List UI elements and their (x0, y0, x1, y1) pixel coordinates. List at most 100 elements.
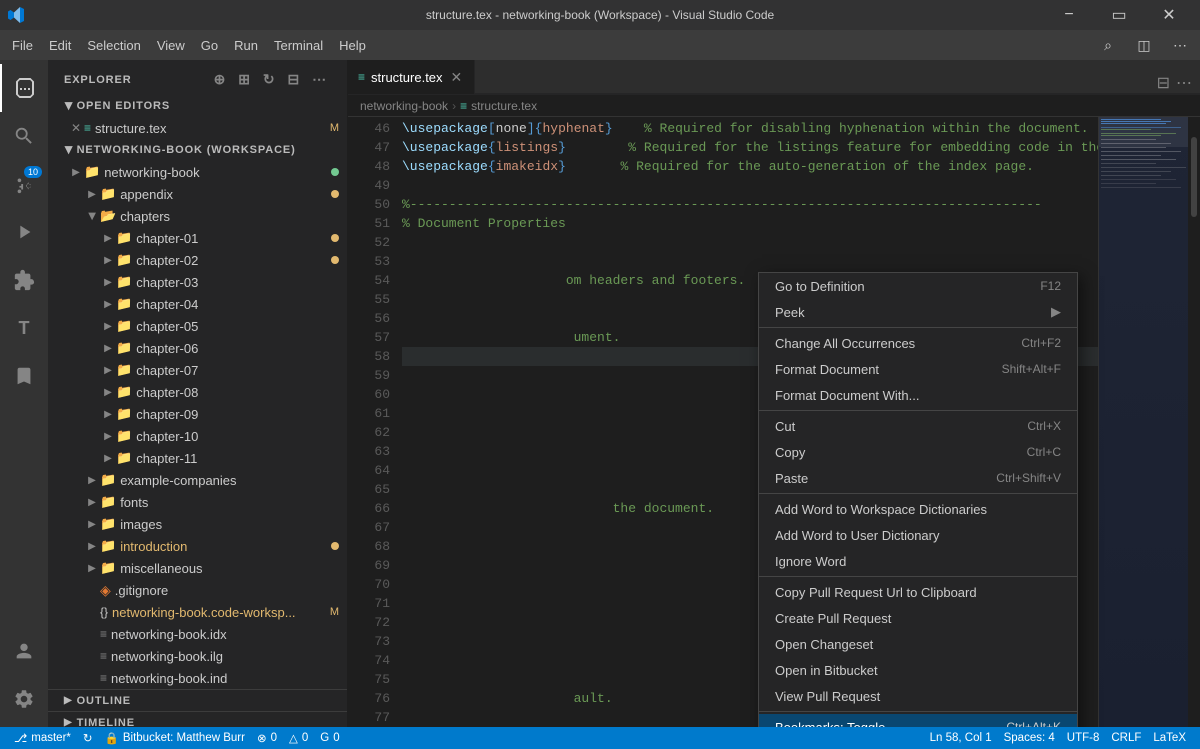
status-eol[interactable]: CRLF (1105, 727, 1147, 749)
more-actions-icon[interactable]: ⋯ (308, 69, 331, 90)
new-file-icon[interactable]: ⊕ (210, 69, 231, 90)
menu-view[interactable]: View (149, 34, 193, 57)
activity-source-control[interactable]: 10 (0, 160, 48, 208)
tree-fonts[interactable]: ▶ 📁 fonts (48, 491, 347, 513)
tree-chapter-02[interactable]: ▶ 📁 chapter-02 (48, 249, 347, 271)
ctx-format-doc-label: Format Document (775, 362, 1002, 377)
tree-chapter-07[interactable]: ▶ 📁 chapter-07 (48, 359, 347, 381)
menu-run[interactable]: Run (226, 34, 266, 57)
tree-code-workspace[interactable]: {} networking-book.code-worksp... M (48, 601, 347, 623)
ctx-open-bitbucket[interactable]: Open in Bitbucket (759, 657, 1077, 683)
open-editors-header[interactable]: ▶ OPEN EDITORS (48, 95, 347, 117)
breadcrumb-root[interactable]: networking-book (360, 99, 448, 113)
ctx-view-pr[interactable]: View Pull Request (759, 683, 1077, 709)
tree-idx[interactable]: ≡ networking-book.idx (48, 623, 347, 645)
ctx-copy[interactable]: Copy Ctrl+C (759, 439, 1077, 465)
ctx-change-all-occurrences[interactable]: Change All Occurrences Ctrl+F2 (759, 330, 1077, 356)
toolbar-layout-button[interactable]: ◫ (1128, 34, 1160, 56)
outline-header[interactable]: ▶ OUTLINE (48, 689, 347, 711)
tree-chapter-09[interactable]: ▶ 📁 chapter-09 (48, 403, 347, 425)
timeline-header[interactable]: ▶ TIMELINE (48, 711, 347, 727)
ctx-create-pr[interactable]: Create Pull Request (759, 605, 1077, 631)
tree-miscellaneous[interactable]: ▶ 📁 miscellaneous (48, 557, 347, 579)
status-encoding[interactable]: UTF-8 (1061, 727, 1106, 749)
ctx-bookmarks-toggle[interactable]: Bookmarks: Toggle Ctrl+Alt+K (759, 714, 1077, 727)
ctx-format-document-with[interactable]: Format Document With... (759, 382, 1077, 408)
ctx-cut[interactable]: Cut Ctrl+X (759, 413, 1077, 439)
split-editor-icon[interactable]: ⊟ (1157, 73, 1170, 93)
activity-tex[interactable]: T (0, 304, 48, 352)
status-position[interactable]: Ln 58, Col 1 (924, 727, 998, 749)
maximize-button[interactable]: ▭ (1096, 0, 1142, 30)
tree-chapter-04[interactable]: ▶ 📁 chapter-04 (48, 293, 347, 315)
activity-bookmarks[interactable] (0, 352, 48, 400)
tree-label-chapter-08: chapter-08 (136, 385, 339, 400)
tree-ind[interactable]: ≡ networking-book.ind (48, 667, 347, 689)
new-folder-icon[interactable]: ⊞ (234, 69, 255, 90)
tree-appendix[interactable]: ▶ 📁 appendix (48, 183, 347, 205)
menu-help[interactable]: Help (331, 34, 374, 57)
tree-chapter-06[interactable]: ▶ 📁 chapter-06 (48, 337, 347, 359)
close-icon[interactable]: ✕ (68, 121, 84, 135)
refresh-icon[interactable]: ↻ (259, 69, 280, 90)
minimize-button[interactable]: − (1046, 0, 1092, 30)
status-spaces[interactable]: Spaces: 4 (998, 727, 1061, 749)
tree-chapter-01[interactable]: ▶ 📁 chapter-01 (48, 227, 347, 249)
editor-scrollbar-thumb[interactable] (1191, 137, 1197, 217)
close-button[interactable]: ✕ (1146, 0, 1192, 30)
ctx-goto-definition[interactable]: Go to Definition F12 (759, 273, 1077, 299)
ctx-peek[interactable]: Peek ▶ (759, 299, 1077, 325)
workspace-header[interactable]: ▶ NETWORKING-BOOK (WORKSPACE) (48, 139, 347, 161)
status-branch[interactable]: ⎇ master* (8, 727, 77, 749)
tab-close-button[interactable]: ✕ (449, 67, 465, 88)
activity-settings[interactable] (0, 675, 48, 723)
activity-run-debug[interactable] (0, 208, 48, 256)
ctx-add-word-workspace[interactable]: Add Word to Workspace Dictionaries (759, 496, 1077, 522)
activity-bottom (0, 627, 48, 727)
menu-go[interactable]: Go (193, 34, 226, 57)
menu-file[interactable]: File (4, 34, 41, 57)
toolbar-search-button[interactable]: ⌕ (1092, 34, 1124, 56)
editor-scrollbar[interactable] (1188, 117, 1200, 727)
tree-gitignore[interactable]: ◈ .gitignore (48, 579, 347, 601)
status-bitbucket[interactable]: 🔒 Bitbucket: Matthew Burr (99, 727, 251, 749)
status-warnings[interactable]: △ 0 (283, 727, 314, 749)
tree-chapters[interactable]: ▶ 📂 chapters (48, 205, 347, 227)
menu-terminal[interactable]: Terminal (266, 34, 331, 57)
tree-label-chapter-03: chapter-03 (136, 275, 339, 290)
ctx-paste[interactable]: Paste Ctrl+Shift+V (759, 465, 1077, 491)
open-editor-structure-tex[interactable]: ✕ ≡ structure.tex M (48, 117, 347, 139)
tree-images[interactable]: ▶ 📁 images (48, 513, 347, 535)
status-errors[interactable]: ⊗ 0 (251, 727, 283, 749)
toolbar-more-button[interactable]: ⋯ (1164, 34, 1196, 56)
more-actions-editor-icon[interactable]: ⋯ (1176, 73, 1192, 93)
tree-networking-book[interactable]: ▶ 📁 networking-book (48, 161, 347, 183)
tree-chapter-10[interactable]: ▶ 📁 chapter-10 (48, 425, 347, 447)
tree-introduction[interactable]: ▶ 📁 introduction (48, 535, 347, 557)
ctx-add-word-user[interactable]: Add Word to User Dictionary (759, 522, 1077, 548)
ctx-format-document[interactable]: Format Document Shift+Alt+F (759, 356, 1077, 382)
tree-chapter-11[interactable]: ▶ 📁 chapter-11 (48, 447, 347, 469)
ctx-copy-pr-url[interactable]: Copy Pull Request Url to Clipboard (759, 579, 1077, 605)
activity-extensions[interactable] (0, 256, 48, 304)
status-sync[interactable]: ↻ (77, 727, 99, 749)
breadcrumb-file[interactable]: structure.tex (471, 99, 537, 113)
tab-structure-tex[interactable]: ≡ structure.tex ✕ (348, 60, 475, 94)
collapse-all-icon[interactable]: ⊟ (283, 69, 304, 90)
tree-ilg[interactable]: ≡ networking-book.ilg (48, 645, 347, 667)
tab-tex-icon: ≡ (358, 70, 365, 84)
activity-account[interactable] (0, 627, 48, 675)
menu-edit[interactable]: Edit (41, 34, 79, 57)
status-language[interactable]: LaTeX (1147, 727, 1192, 749)
activity-explorer[interactable] (0, 64, 48, 112)
tree-chapter-05[interactable]: ▶ 📁 chapter-05 (48, 315, 347, 337)
activity-search[interactable] (0, 112, 48, 160)
tree-label-chapter-04: chapter-04 (136, 297, 339, 312)
status-info[interactable]: G 0 (314, 727, 345, 749)
ctx-open-changeset[interactable]: Open Changeset (759, 631, 1077, 657)
tree-chapter-03[interactable]: ▶ 📁 chapter-03 (48, 271, 347, 293)
ctx-ignore-word[interactable]: Ignore Word (759, 548, 1077, 574)
tree-chapter-08[interactable]: ▶ 📁 chapter-08 (48, 381, 347, 403)
tree-example-companies[interactable]: ▶ 📁 example-companies (48, 469, 347, 491)
menu-selection[interactable]: Selection (79, 34, 148, 57)
